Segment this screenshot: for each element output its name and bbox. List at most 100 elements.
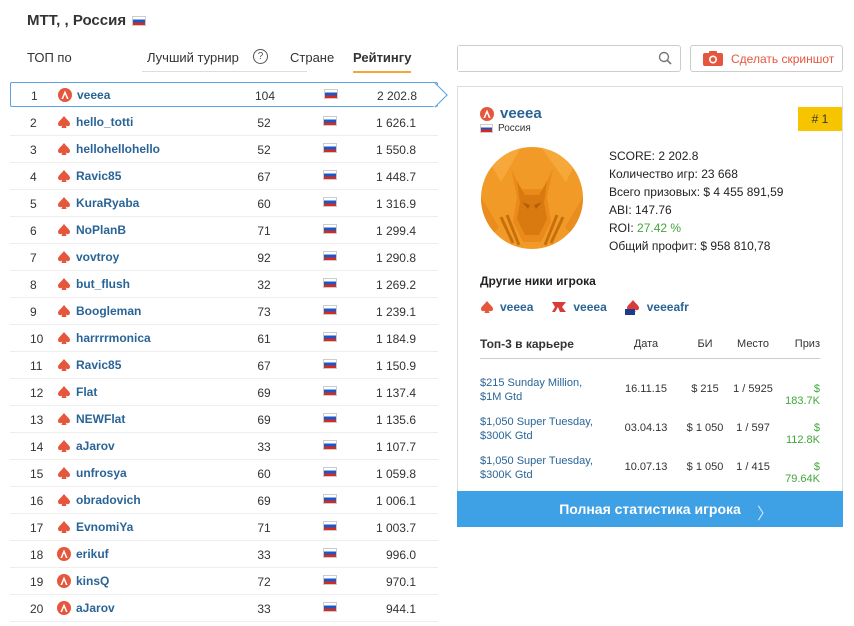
- full-stats-button-label: Полная статистика игрока: [559, 501, 741, 517]
- stat-score: SCORE: 2 202.8: [609, 149, 699, 163]
- player-nick[interactable]: unfrosya: [76, 466, 127, 480]
- games-count: 67: [257, 359, 271, 373]
- ranking-row[interactable]: 2 hello_totti 52 1 626.1: [10, 109, 438, 136]
- ranking-row[interactable]: 1 veeea 104 2 202.8: [10, 82, 448, 108]
- other-nick[interactable]: veeeafr: [624, 299, 689, 315]
- tournament-link[interactable]: $1,050 Super Tuesday, $300K Gtd: [480, 415, 598, 443]
- ranking-row[interactable]: 10 harrrrmonica 61 1 184.9: [10, 325, 438, 352]
- tournament-prize: $ 183.7K: [785, 383, 820, 407]
- tab-country[interactable]: Стране: [290, 50, 334, 65]
- ranking-row[interactable]: 18 erikuf 33 996.0: [10, 541, 438, 568]
- player-nick[interactable]: kinsQ: [76, 574, 109, 588]
- player-score: 1 137.4: [375, 386, 416, 400]
- room-red-icon: [57, 574, 71, 588]
- ranking-row[interactable]: 11 Ravic85 67 1 150.9: [10, 352, 438, 379]
- spade-icon: [58, 197, 70, 209]
- rank-number: 10: [30, 332, 44, 346]
- top3-row: $215 Sunday Million, $1M Gtd 16.11.15 $ …: [480, 371, 820, 410]
- spade-icon: [58, 440, 70, 452]
- other-nick-name: veeea: [573, 300, 607, 314]
- player-score: 1 448.7: [375, 170, 416, 184]
- russia-flag-icon: [323, 224, 337, 234]
- ranking-row[interactable]: 8 but_flush 32 1 269.2: [10, 271, 438, 298]
- rank-badge: # 1: [798, 107, 842, 131]
- tournament-place: 1 / 415: [736, 461, 770, 473]
- player-country-text: Россия: [498, 123, 531, 134]
- tab-rating[interactable]: Рейтингу: [353, 50, 412, 73]
- player-nick[interactable]: erikuf: [76, 547, 109, 561]
- ranking-row[interactable]: 13 NEWFlat 69 1 135.6: [10, 406, 438, 433]
- games-count: 33: [257, 440, 271, 454]
- ranking-row[interactable]: 14 aJarov 33 1 107.7: [10, 433, 438, 460]
- full-stats-button[interactable]: Полная статистика игрока 〉: [457, 491, 843, 527]
- other-nick-name: veeeafr: [646, 300, 689, 314]
- player-name[interactable]: veeea: [480, 105, 542, 122]
- best-tournament-filter[interactable]: Лучший турнир: [142, 48, 307, 72]
- spade-icon: [58, 305, 70, 317]
- player-nick[interactable]: veeea: [77, 88, 110, 102]
- player-nick[interactable]: Flat: [76, 385, 97, 399]
- help-icon[interactable]: ?: [253, 49, 268, 64]
- player-nick[interactable]: hellohellohello: [76, 142, 160, 156]
- games-count: 92: [257, 251, 271, 265]
- player-nick[interactable]: harrrrmonica: [76, 331, 151, 345]
- player-score: 1 059.8: [375, 467, 416, 481]
- rank-number: 18: [30, 548, 44, 562]
- ranking-row[interactable]: 3 hellohellohello 52 1 550.8: [10, 136, 438, 163]
- player-nick[interactable]: EvnomiYa: [76, 520, 133, 534]
- player-nick[interactable]: Boogleman: [76, 304, 141, 318]
- rank-number: 20: [30, 602, 44, 616]
- ranking-row[interactable]: 4 Ravic85 67 1 448.7: [10, 163, 438, 190]
- ranking-row[interactable]: 19 kinsQ 72 970.1: [10, 568, 438, 595]
- player-score: 1 003.7: [375, 521, 416, 535]
- russia-flag-icon: [323, 521, 337, 531]
- ranking-row[interactable]: 17 EvnomiYa 71 1 003.7: [10, 514, 438, 541]
- russia-flag-icon: [323, 143, 337, 153]
- ranking-row[interactable]: 15 unfrosya 60 1 059.8: [10, 460, 438, 487]
- ranking-row[interactable]: 9 Boogleman 73 1 239.1: [10, 298, 438, 325]
- other-nicks-title: Другие ники игрока: [480, 274, 596, 288]
- ranking-row[interactable]: 5 KuraRyaba 60 1 316.9: [10, 190, 438, 217]
- games-count: 69: [257, 494, 271, 508]
- rank-number: 14: [30, 440, 44, 454]
- player-nick[interactable]: but_flush: [76, 277, 130, 291]
- stat-games: Количество игр: 23 668: [609, 167, 738, 181]
- player-nick[interactable]: Ravic85: [76, 169, 121, 183]
- ranking-row[interactable]: 12 Flat 69 1 137.4: [10, 379, 438, 406]
- russia-flag-icon: [323, 170, 337, 180]
- player-nick[interactable]: KuraRyaba: [76, 196, 139, 210]
- player-score: 944.1: [385, 602, 416, 616]
- top3-title: Топ-3 в карьере: [480, 337, 574, 351]
- screenshot-button[interactable]: Сделать скриншот: [690, 45, 843, 72]
- player-nick[interactable]: hello_totti: [76, 115, 133, 129]
- fr-icon: [624, 300, 639, 315]
- player-nick[interactable]: NEWFlat: [76, 412, 125, 426]
- tournament-link[interactable]: $1,050 Super Tuesday, $300K Gtd: [480, 454, 598, 482]
- player-stats: SCORE: 2 202.8 Количество игр: 23 668 Вс…: [609, 147, 783, 255]
- other-nick[interactable]: veeea: [551, 299, 607, 315]
- tournament-link[interactable]: $215 Sunday Million, $1M Gtd: [480, 376, 598, 404]
- player-nick[interactable]: vovtroy: [76, 250, 119, 264]
- games-count: 71: [257, 224, 271, 238]
- player-nick[interactable]: Ravic85: [76, 358, 121, 372]
- spade-icon: [58, 413, 70, 425]
- ranking-row[interactable]: 16 obradovich 69 1 006.1: [10, 487, 438, 514]
- player-country: Россия: [480, 123, 531, 134]
- player-nick[interactable]: NoPlanB: [76, 223, 126, 237]
- other-nick[interactable]: veeea: [480, 299, 533, 315]
- player-nick[interactable]: obradovich: [76, 493, 141, 507]
- player-score: 2 202.8: [376, 89, 417, 103]
- player-score: 1 135.6: [375, 413, 416, 427]
- ranking-row[interactable]: 20 aJarov 33 944.1: [10, 595, 438, 622]
- russia-flag-icon: [132, 15, 147, 26]
- games-count: 69: [257, 386, 271, 400]
- ranking-row[interactable]: 7 vovtroy 92 1 290.8: [10, 244, 438, 271]
- player-score: 970.1: [385, 575, 416, 589]
- search-icon[interactable]: [658, 51, 672, 65]
- rank-number: 8: [30, 278, 37, 292]
- search-input[interactable]: [458, 46, 648, 71]
- ranking-row[interactable]: 6 NoPlanB 71 1 299.4: [10, 217, 438, 244]
- player-nick[interactable]: aJarov: [76, 439, 115, 453]
- header-buyin: БИ: [697, 338, 713, 350]
- player-nick[interactable]: aJarov: [76, 601, 115, 615]
